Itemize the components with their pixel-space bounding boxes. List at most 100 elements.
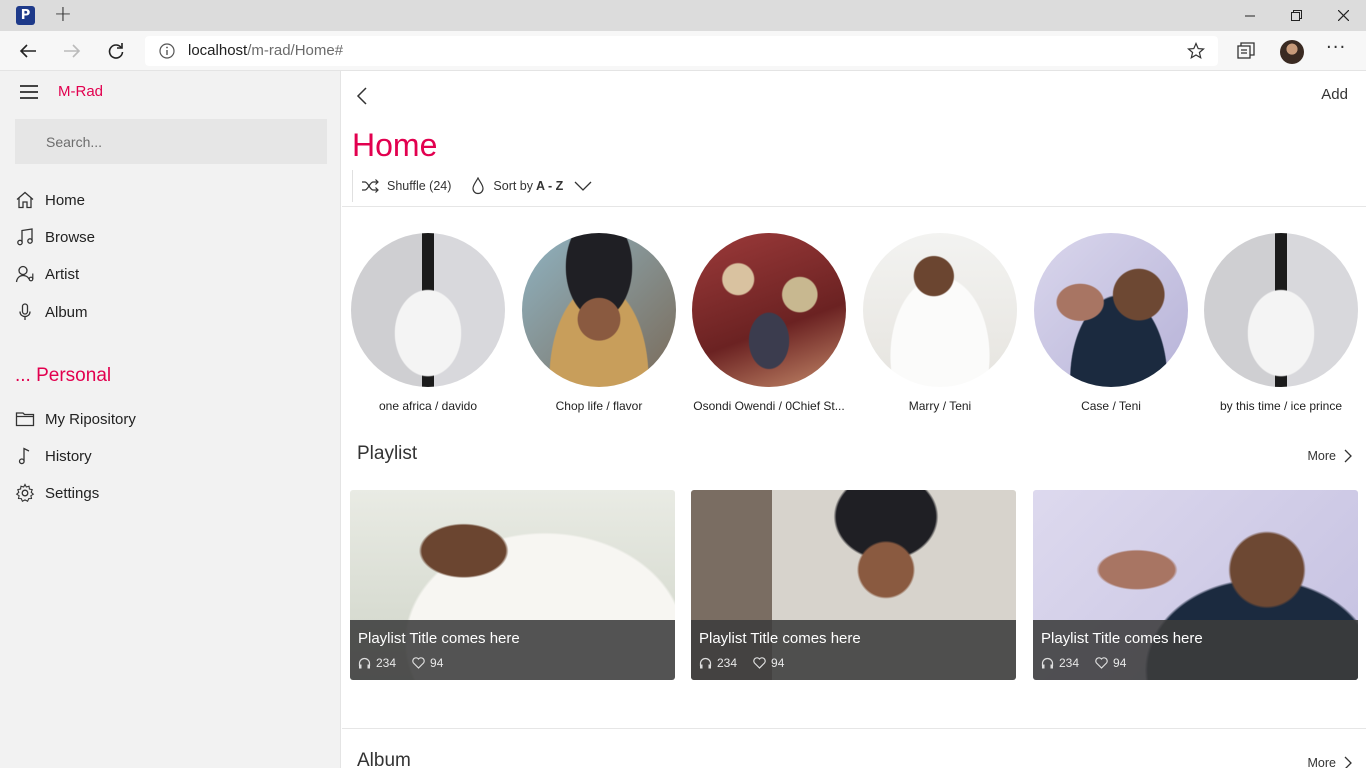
artist-name: Marry / Teni: [908, 399, 972, 413]
sidebar-item-label: Artist: [45, 265, 80, 283]
like-count: 94: [430, 656, 444, 670]
playlist-card[interactable]: Playlist Title comes here 234 94: [350, 490, 675, 680]
artist-item[interactable]: one africa / davido: [350, 233, 506, 413]
close-window-button[interactable]: [1320, 0, 1366, 31]
sidebar-item-album[interactable]: Album: [15, 299, 315, 325]
browser-menu-button[interactable]: ···: [1326, 37, 1346, 58]
toolbar: Shuffle (24) Sort by A - Z: [352, 170, 613, 202]
url-text: localhost/m-rad/Home#: [188, 42, 343, 59]
info-icon[interactable]: [159, 43, 175, 59]
refresh-icon: [108, 43, 124, 59]
gear-icon: [15, 483, 35, 502]
playlist-row: Playlist Title comes here 234 94 Playlis…: [350, 490, 1360, 680]
back-nav-button[interactable]: [16, 39, 40, 63]
playlist-stats: 234 94: [358, 656, 443, 670]
app-favicon[interactable]: P: [16, 6, 35, 25]
play-count: 234: [717, 656, 738, 670]
playlist-heading: Playlist: [357, 443, 418, 464]
playlist-title: Playlist Title comes here: [1041, 630, 1203, 647]
play-count: 234: [1059, 656, 1080, 670]
new-tab-button[interactable]: +: [52, 3, 74, 27]
playlist-title: Playlist Title comes here: [358, 630, 520, 647]
playlist-card-overlay: Playlist Title comes here 234 94: [350, 620, 675, 680]
note-icon: [18, 447, 30, 465]
playlist-stats: 234 94: [1041, 656, 1126, 670]
heart-icon[interactable]: [412, 657, 425, 669]
playlist-more-link[interactable]: More: [1308, 449, 1352, 463]
artist-name: Osondi Owendi / 0Chief St...: [693, 399, 845, 413]
collections-icon[interactable]: [1237, 42, 1255, 60]
playlist-card[interactable]: Playlist Title comes here 234 94: [691, 490, 1016, 680]
shuffle-button[interactable]: Shuffle (24): [361, 179, 451, 193]
profile-avatar[interactable]: [1280, 40, 1304, 64]
close-icon: [1337, 10, 1349, 21]
url-field[interactable]: localhost/m-rad/Home#: [145, 36, 1218, 66]
brand-title: M-Rad: [58, 83, 104, 100]
artist-item[interactable]: Marry / Teni: [862, 233, 1018, 413]
sort-button[interactable]: Sort by A - Z: [471, 177, 601, 195]
playlist-title: Playlist Title comes here: [699, 630, 861, 647]
url-path: /m-rad/Home#: [247, 42, 344, 59]
album-heading: Album: [357, 750, 411, 768]
artist-item[interactable]: Osondi Owendi / 0Chief St...: [691, 233, 847, 413]
headphones-icon: [358, 657, 371, 669]
artist-item[interactable]: Chop life / flavor: [521, 233, 677, 413]
artist-image: [522, 233, 676, 387]
restore-button[interactable]: [1273, 0, 1319, 31]
artist-item[interactable]: by this time / ice prince: [1203, 233, 1359, 413]
shuffle-icon: [362, 179, 379, 193]
chevron-left-icon[interactable]: [354, 85, 370, 107]
url-host: localhost: [188, 42, 248, 59]
add-button[interactable]: Add: [1321, 86, 1348, 103]
sidebar-item-home[interactable]: Home: [15, 187, 315, 213]
sidebar: M-Rad Home Browse Artist Album ... Perso…: [0, 71, 341, 768]
sidebar-item-my-ripository[interactable]: My Ripository: [15, 406, 315, 432]
more-label: More: [1307, 756, 1336, 768]
sidebar-item-label: Browse: [45, 228, 96, 246]
chevron-down-icon[interactable]: [573, 180, 593, 192]
sort-prefix: Sort by: [493, 179, 534, 193]
headphones-icon: [699, 657, 712, 669]
shuffle-label: Shuffle (24): [387, 179, 452, 193]
more-label: More: [1307, 449, 1336, 463]
sidebar-item-label: My Ripository: [45, 410, 136, 428]
playlist-stats: 234 94: [699, 656, 784, 670]
chevron-right-icon: [1344, 449, 1352, 463]
drop-icon: [472, 177, 485, 195]
sidebar-item-artist[interactable]: Artist: [15, 261, 315, 287]
sidebar-item-label: Album: [45, 303, 88, 321]
sidebar-item-history[interactable]: History: [15, 443, 315, 469]
artist-image: [863, 233, 1017, 387]
star-icon[interactable]: [1187, 42, 1205, 60]
heart-icon[interactable]: [1095, 657, 1108, 669]
artist-image: [1204, 233, 1358, 387]
divider: [342, 728, 1366, 729]
search-input[interactable]: [15, 119, 327, 164]
browser-tab-bar: P +: [0, 0, 1366, 31]
artist-item[interactable]: Case / Teni: [1033, 233, 1189, 413]
heart-icon[interactable]: [753, 657, 766, 669]
minimize-icon: [1245, 15, 1255, 16]
sidebar-item-settings[interactable]: Settings: [15, 480, 315, 506]
arrow-left-icon: [19, 44, 36, 58]
chevron-right-icon: [1344, 756, 1352, 768]
address-bar: localhost/m-rad/Home# ···: [0, 31, 1366, 71]
sidebar-item-browse[interactable]: Browse: [15, 224, 315, 250]
artist-name: one africa / davido: [378, 399, 478, 413]
sidebar-item-label: Home: [45, 191, 86, 209]
personal-section-heading: ... Personal: [15, 365, 112, 386]
playlist-card[interactable]: Playlist Title comes here 234 94: [1033, 490, 1358, 680]
folder-icon: [15, 412, 35, 427]
artist-name: Case / Teni: [1081, 399, 1141, 413]
album-more-link[interactable]: More: [1308, 756, 1352, 768]
minimize-button[interactable]: [1227, 0, 1273, 31]
forward-nav-button[interactable]: [60, 39, 84, 63]
artist-icon: [15, 265, 34, 283]
headphones-icon: [1041, 657, 1054, 669]
artist-image: [351, 233, 505, 387]
sort-value: A - Z: [536, 179, 564, 193]
hamburger-menu-icon[interactable]: [20, 85, 38, 99]
refresh-button[interactable]: [104, 39, 128, 63]
play-count: 234: [376, 656, 397, 670]
artist-name: Chop life / flavor: [555, 399, 643, 413]
